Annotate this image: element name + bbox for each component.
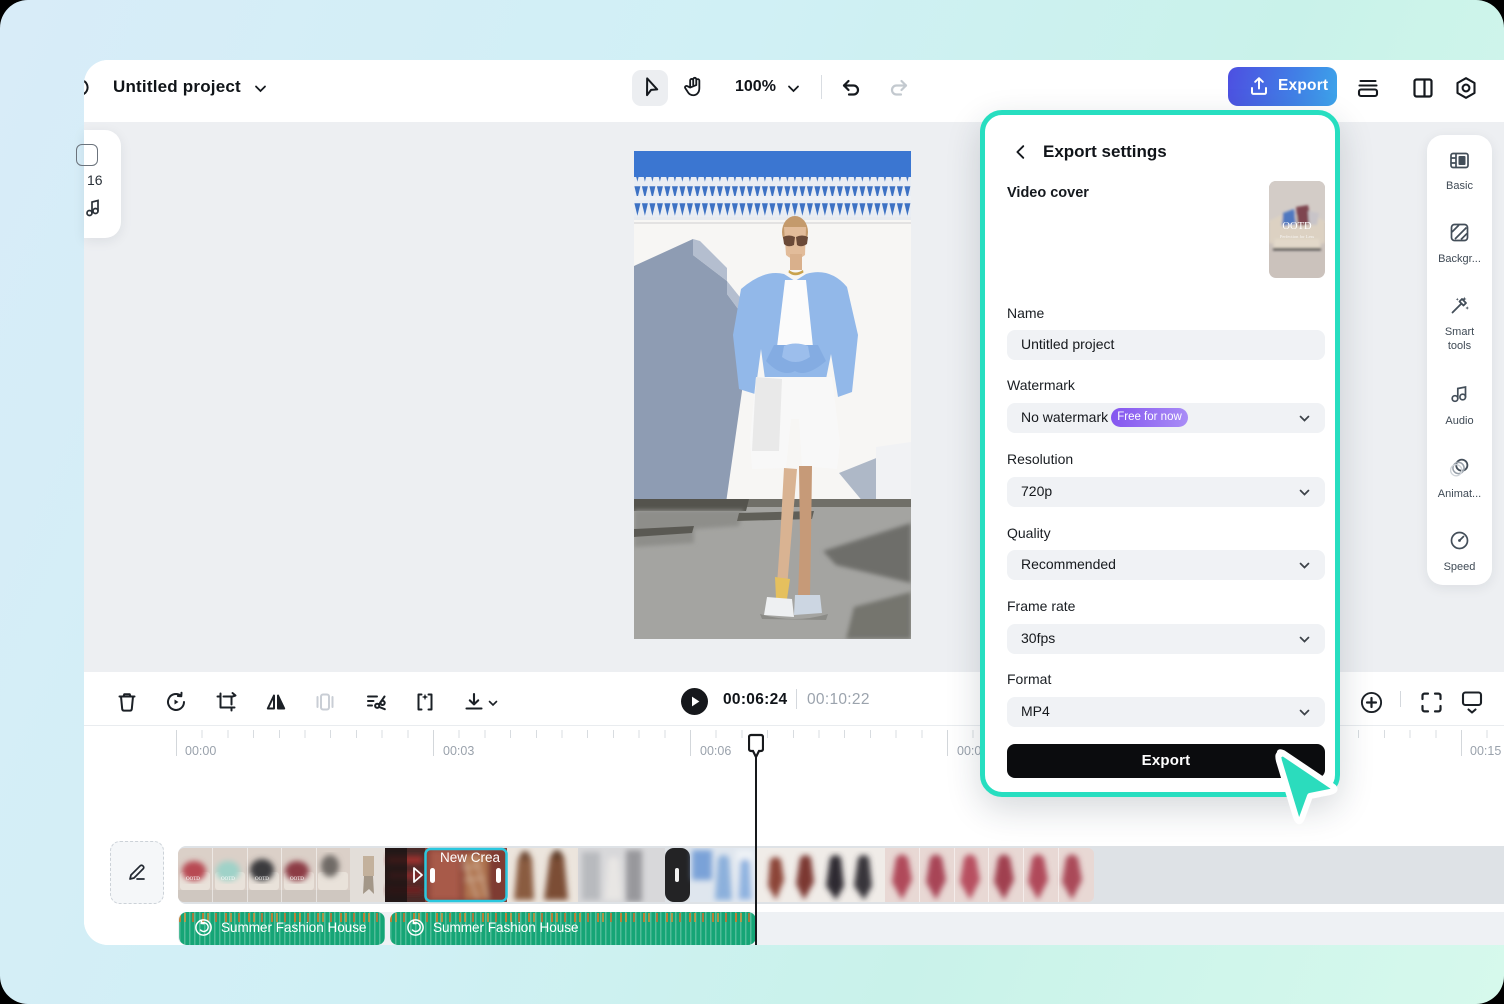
svg-text:Perfection for Less: Perfection for Less (1280, 234, 1314, 239)
svg-text:OOTD: OOTD (255, 877, 269, 882)
svg-text:OOTD: OOTD (290, 877, 304, 882)
svg-text:OOTD: OOTD (221, 877, 235, 882)
svg-text:New Crea: New Crea (440, 850, 501, 865)
svg-text:OOTD: OOTD (186, 877, 200, 882)
svg-text:OOTD: OOTD (1282, 221, 1312, 232)
